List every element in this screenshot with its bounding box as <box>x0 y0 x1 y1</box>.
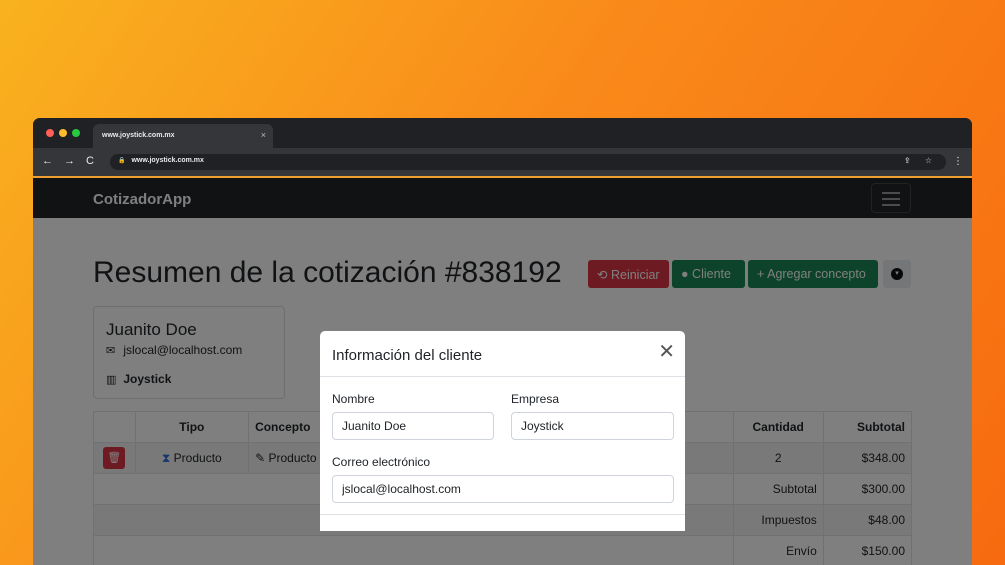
lock-icon: 🔒 <box>118 158 126 164</box>
app-page: CotizadorApp Resumen de la cotización #8… <box>33 178 972 565</box>
email-input[interactable] <box>332 475 674 503</box>
window-controls <box>46 129 80 137</box>
email-label: Correo electrónico <box>332 455 431 469</box>
address-bar[interactable]: 🔒 www.joystick.com.mx ⇪ ☆ <box>110 154 946 170</box>
name-input[interactable] <box>332 412 494 440</box>
close-window-button[interactable] <box>46 129 54 137</box>
company-label: Empresa <box>511 392 560 406</box>
name-label: Nombre <box>332 392 375 406</box>
back-icon[interactable]: ← <box>42 155 53 167</box>
modal-footer-divider <box>320 514 685 515</box>
browser-tab[interactable]: www.joystick.com.mx × <box>93 124 273 148</box>
browser-toolbar: ← → C 🔒 www.joystick.com.mx ⇪ ☆ ⋮ <box>33 148 972 178</box>
browser-window: www.joystick.com.mx × ← → C 🔒 www.joysti… <box>33 118 972 565</box>
close-icon[interactable]: ✕ <box>658 342 675 362</box>
reload-icon[interactable]: C <box>86 155 94 167</box>
modal-header: Información del cliente ✕ <box>320 331 685 377</box>
modal-title: Información del cliente <box>332 347 483 364</box>
client-info-modal: Información del cliente ✕ Nombre Empresa… <box>320 331 685 531</box>
browser-menu-icon[interactable]: ⋮ <box>953 156 963 167</box>
minimize-window-button[interactable] <box>59 129 67 137</box>
company-input[interactable] <box>511 412 674 440</box>
tab-close-icon[interactable]: × <box>261 130 266 140</box>
url-text: www.joystick.com.mx <box>131 157 204 164</box>
forward-icon[interactable]: → <box>64 155 75 167</box>
share-bookmark-icons[interactable]: ⇪ ☆ <box>904 156 938 165</box>
maximize-window-button[interactable] <box>72 129 80 137</box>
browser-tabbar: www.joystick.com.mx × <box>33 118 972 148</box>
tab-title: www.joystick.com.mx <box>102 132 175 139</box>
